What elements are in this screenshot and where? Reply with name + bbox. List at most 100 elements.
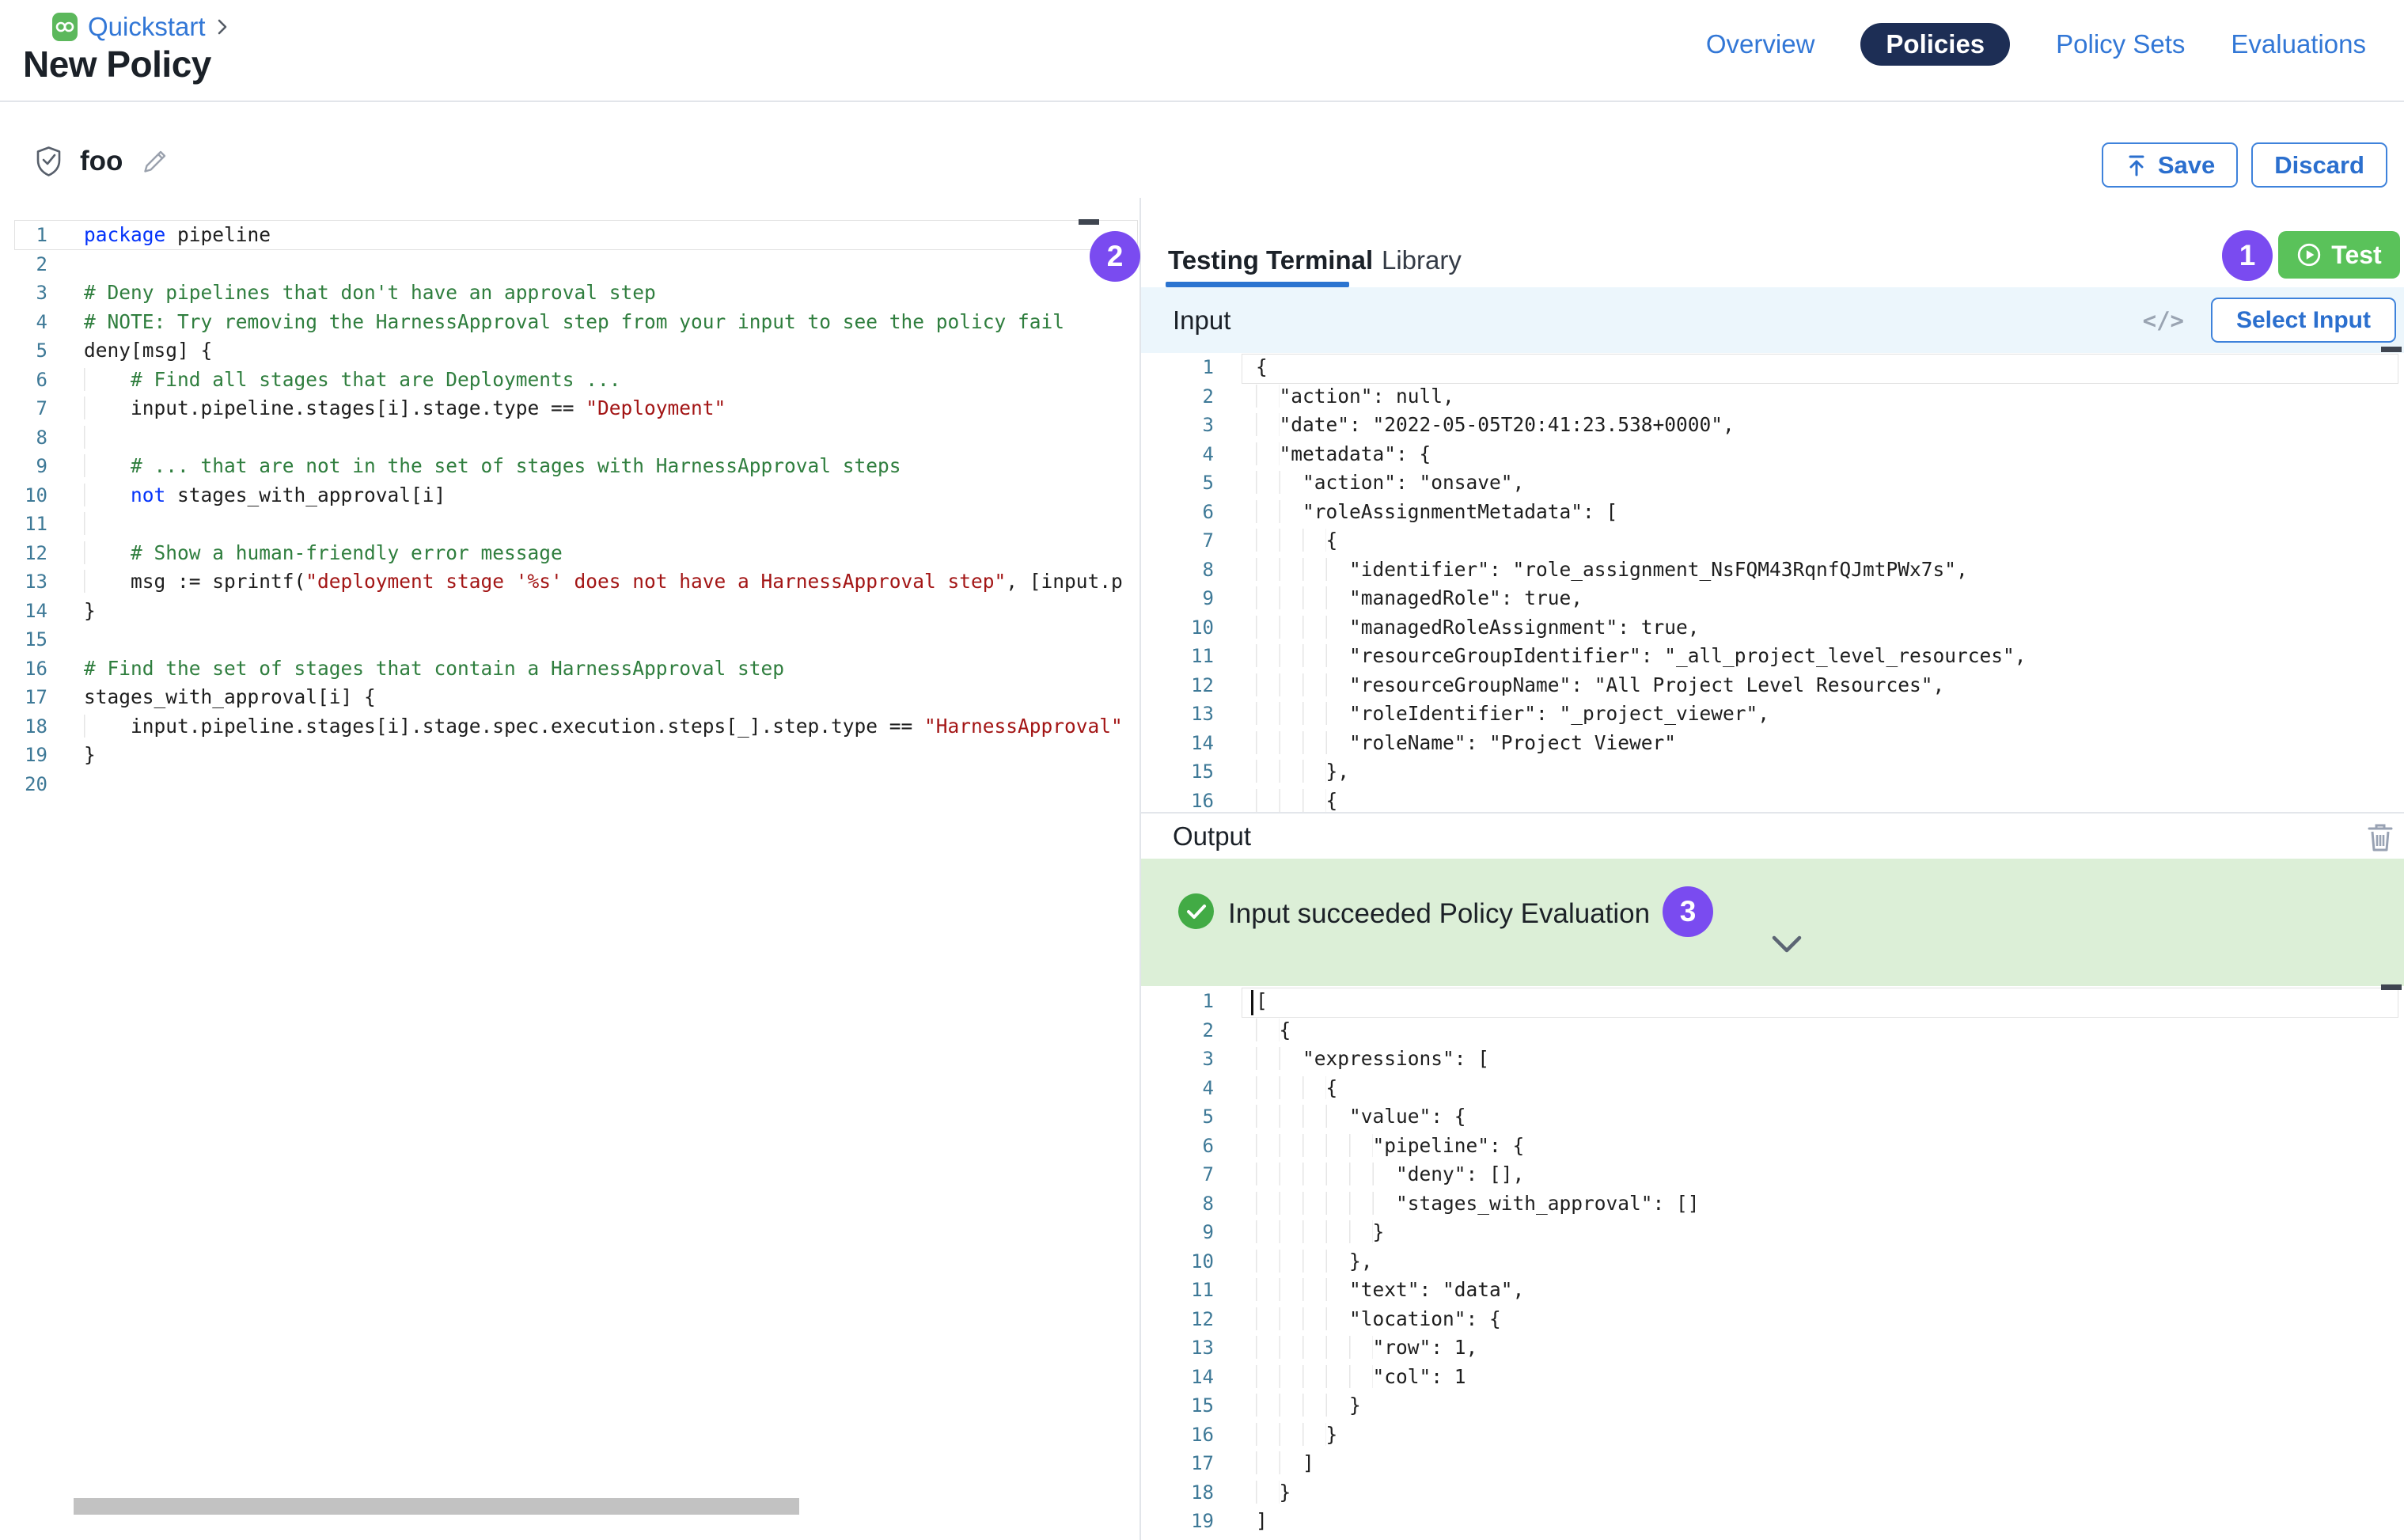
code-line: 5 "action": "onsave", [1141,468,2027,498]
nav-policies[interactable]: Policies [1860,23,2010,66]
code-line: 8 "stages_with_approval": [] [1141,1189,1700,1219]
line-number: 17 [0,683,47,712]
line-number: 8 [0,423,47,453]
line-number: 9 [1141,1218,1214,1247]
line-number: 12 [0,539,47,568]
code-line: 3 "date": "2022-05-05T20:41:23.538+0000"… [1141,411,2027,440]
output-json-editor[interactable]: 1[2 {3 "expressions": [4 {5 "value": {6 … [1141,987,1700,1536]
policy-name: foo [80,146,123,177]
trash-icon [2366,821,2395,853]
code-line: 2 [0,250,1123,279]
line-number: 9 [1141,584,1214,613]
code-text: # Find the set of stages that contain a … [84,657,784,680]
code-text: # ... that are not in the set of stages … [84,454,901,477]
code-line: 13 "row": 1, [1141,1333,1700,1363]
code-line: 19} [0,741,1123,770]
output-title: Output [1173,814,1251,859]
code-line: 10 not stages_with_approval[i] [0,481,1123,510]
testing-panel: Testing Terminal Library 2 1 Test Input … [1141,198,2404,1540]
code-text: "date": "2022-05-05T20:41:23.538+0000", [1256,413,1735,436]
line-number: 7 [0,394,47,423]
line-number: 18 [1141,1478,1214,1508]
nav-evaluations[interactable]: Evaluations [2231,29,2366,59]
policy-code-editor[interactable]: 1package pipeline23# Deny pipelines that… [0,198,1139,1540]
code-text: deny[msg] { [84,339,212,362]
collapse-chevron-icon[interactable] [1770,935,1803,955]
input-json-editor[interactable]: 1{2 "action": null,3 "date": "2022-05-05… [1141,353,2027,815]
code-text: input.pipeline.stages[i].stage.spec.exec… [84,715,1123,738]
code-line: 5deny[msg] { [0,336,1123,366]
banner-message: Input succeeded Policy Evaluation [1228,898,1650,930]
page-title: New Policy [23,43,211,85]
input-scrollbar-indicator[interactable] [2381,347,2402,352]
code-text: "identifier": "role_assignment_NsFQM43Rq… [1256,558,1968,581]
line-number: 8 [1141,556,1214,585]
code-text: ] [1256,1509,1268,1532]
output-scrollbar-indicator[interactable] [2381,984,2402,990]
chevron-right-icon [216,17,229,36]
code-line: 4 # NOTE: Try removing the HarnessApprova… [0,308,1123,337]
code-text: } [1256,1423,1337,1446]
line-number: 1 [1141,987,1214,1016]
code-text [84,512,131,535]
output-section-header: Output [1141,812,2404,859]
line-number: 10 [1141,1247,1214,1276]
code-text: }, [1256,1250,1373,1273]
code-text: "managedRoleAssignment": true, [1256,616,1700,639]
code-text: "roleIdentifier": "_project_viewer", [1256,702,1769,725]
clear-output-button[interactable] [2364,821,2396,855]
code-text: { [1256,529,1337,552]
code-line: 19] [1141,1507,1700,1536]
policy-code[interactable]: 1package pipeline23# Deny pipelines that… [0,221,1123,798]
code-line: 8 [0,423,1123,453]
line-number: 8 [1141,1189,1214,1219]
line-number: 3 [1141,411,1214,440]
code-line: 16# Find the set of stages that contain … [0,654,1123,684]
save-button[interactable]: Save [2102,142,2238,188]
code-text: { [1256,1018,1291,1041]
edit-pencil-icon[interactable] [140,146,170,176]
discard-button[interactable]: Discard [2251,142,2387,188]
code-text: "action": null, [1256,385,1454,408]
code-text: package pipeline [84,223,271,246]
line-number: 14 [1141,1363,1214,1392]
code-line: 11 [0,510,1123,539]
code-line: 13 msg := sprintf("deployment stage '%s'… [0,567,1123,597]
code-line: 6 "roleAssignmentMetadata": [ [1141,498,2027,527]
code-text: "action": "onsave", [1256,471,1524,494]
code-text: "resourceGroupName": "All Project Level … [1256,673,1944,696]
code-text: "expressions": [ [1256,1047,1489,1070]
input-section-header: Input </> Select Input [1141,287,2404,353]
code-line: 16 { [1141,787,2027,816]
code-line: 5 "value": { [1141,1102,1700,1132]
code-text: not stages_with_approval[i] [84,484,446,506]
code-line: 1package pipeline [0,221,1123,250]
line-number: 4 [0,308,47,337]
code-text: # NOTE: Try removing the HarnessApproval… [84,310,1064,333]
tab-testing-terminal[interactable]: Testing Terminal [1168,245,1373,275]
code-brackets-icon[interactable]: </> [2143,287,2184,353]
nav-policy-sets[interactable]: Policy Sets [2056,29,2185,59]
line-number: 11 [0,510,47,539]
save-label: Save [2158,151,2215,180]
code-text: { [1256,1076,1337,1099]
tab-library[interactable]: Library [1382,245,1462,275]
tutorial-badge-2: 2 [1090,231,1140,282]
code-line: 7 "deny": [], [1141,1160,1700,1189]
action-buttons: Save Discard [2102,142,2387,188]
discard-label: Discard [2274,151,2364,180]
policy-name-row: foo [35,146,170,177]
nav-overview[interactable]: Overview [1706,29,1815,59]
code-line: 14} [0,597,1123,626]
breadcrumb[interactable]: Quickstart [52,13,229,41]
horizontal-scrollbar[interactable] [74,1498,799,1515]
line-number: 10 [0,481,47,510]
code-text: } [84,599,96,622]
code-text: # Deny pipelines that don't have an appr… [84,281,656,304]
active-tab-underline [1166,282,1349,287]
code-line: 6 "pipeline": { [1141,1132,1700,1161]
select-input-button[interactable]: Select Input [2211,298,2396,343]
scrollbar-indicator[interactable] [1079,219,1099,225]
test-button[interactable]: Test [2278,231,2400,279]
breadcrumb-link-quickstart[interactable]: Quickstart [88,12,206,42]
